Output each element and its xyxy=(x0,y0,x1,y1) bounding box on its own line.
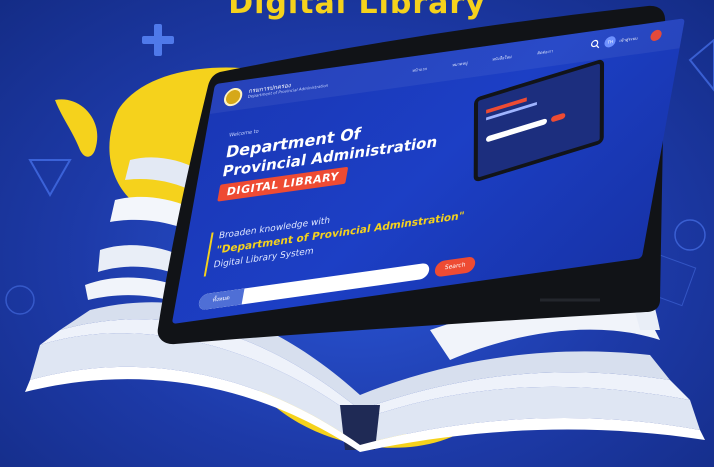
mini-tablet-illustration xyxy=(473,58,605,183)
search-button[interactable]: Search xyxy=(433,256,477,278)
yellow-drop-shape xyxy=(55,99,98,157)
triangle-outline-icon xyxy=(28,159,72,198)
department-seal-icon xyxy=(222,86,244,108)
nav-item-new-books[interactable]: หนังสือใหม่ xyxy=(492,53,513,63)
language-label: TH xyxy=(607,38,614,45)
login-label[interactable]: เข้าสู่ระบบ xyxy=(619,34,638,44)
plus-decoration-icon xyxy=(142,24,174,56)
search-category-select[interactable]: ทั้งหมด xyxy=(197,288,245,311)
nav-item-home[interactable]: หน้าแรก xyxy=(412,65,428,74)
welcome-text: Welcome to xyxy=(228,128,260,139)
page-headline: Digital Library xyxy=(228,0,486,21)
user-avatar[interactable] xyxy=(649,29,663,42)
promo-banner: กรมการปกครอง Department of Provincial Ad… xyxy=(0,0,714,467)
search-icon[interactable] xyxy=(590,39,602,50)
circle-outline-icon xyxy=(5,285,35,315)
nav-item-contact[interactable]: ติดต่อเรา xyxy=(537,47,554,56)
nav-item-categories[interactable]: หมวดหมู่ xyxy=(452,59,469,68)
